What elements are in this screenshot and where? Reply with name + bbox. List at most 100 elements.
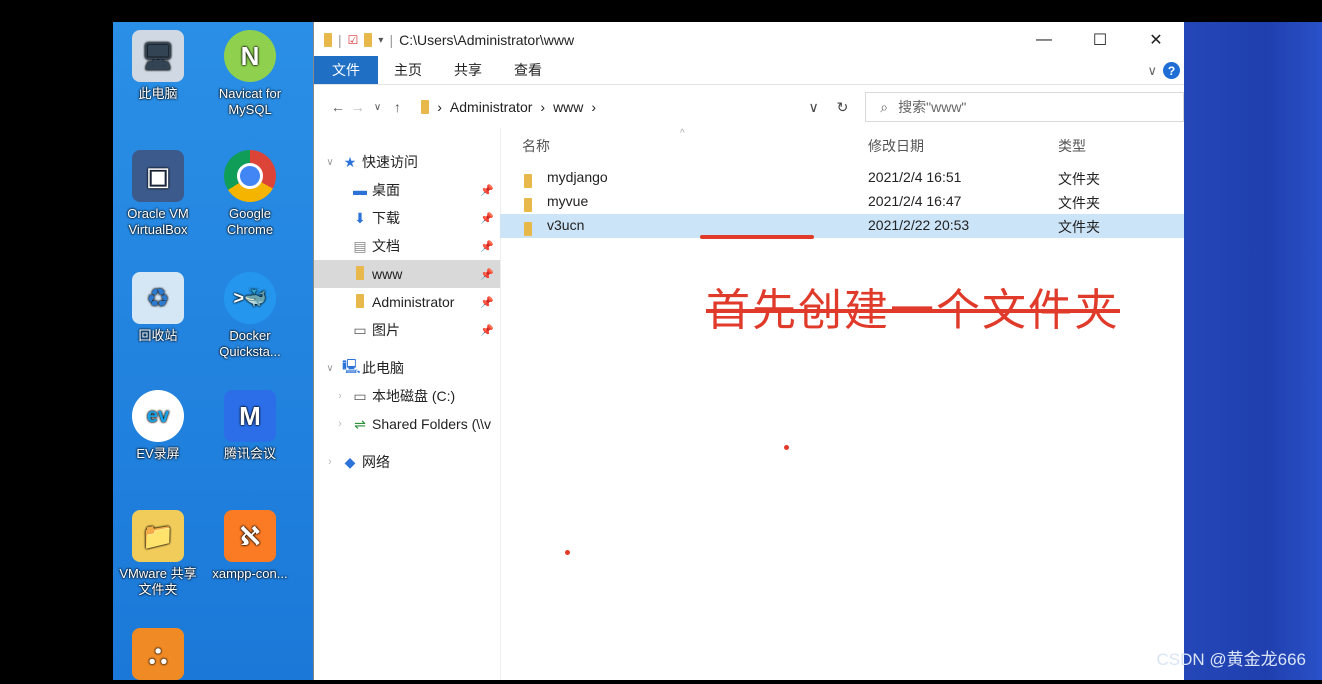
nav-item-pictures[interactable]: ▭ 图片 📌 (314, 316, 500, 344)
properties-icon[interactable]: ☑ (348, 33, 359, 47)
address-dropdown-icon[interactable]: ∨ (809, 99, 819, 116)
nav-quick-access[interactable]: ∨ ★ 快速访问 (314, 148, 500, 176)
tab-home[interactable]: 主页 (378, 56, 438, 84)
sort-ascending-icon: ^ (680, 128, 685, 139)
nav-item-downloads[interactable]: ⬇ 下载 📌 (314, 204, 500, 232)
search-input[interactable]: ⌕ 搜索"www" (865, 92, 1184, 122)
chevron-down-icon[interactable]: ∨ (322, 157, 338, 168)
tab-share[interactable]: 共享 (438, 56, 498, 84)
pin-icon: 📌 (480, 212, 494, 225)
explorer-body: ∨ ★ 快速访问 ▬ 桌面 📌 ⬇ 下载 📌 ▤ 文档 📌 www 📌 Admi… (314, 128, 1184, 680)
file-row[interactable]: mydjango 2021/2/4 16:51 文件夹 (500, 166, 1184, 190)
nav-network[interactable]: › ◆ 网络 (314, 448, 500, 476)
desktop-icon: ▬ (353, 182, 367, 198)
chevron-right-icon[interactable]: › (332, 418, 348, 430)
pin-icon: 📌 (480, 324, 494, 337)
column-modified[interactable]: 修改日期 (868, 136, 924, 156)
annotation-text: 首先创建一个文件夹 (706, 285, 1120, 336)
breadcrumb-administrator[interactable]: Administrator (450, 99, 532, 115)
desktop-icon-ev-recorder[interactable]: ev EV录屏 (113, 390, 203, 462)
desktop-icon-docker[interactable]: >🐳 Docker Quicksta... (205, 272, 295, 360)
ribbon-tabs: 文件 主页 共享 查看 ∨ ? (314, 56, 1184, 85)
address-bar[interactable]: › Administrator › www › (415, 93, 799, 121)
file-row[interactable]: myvue 2021/2/4 16:47 文件夹 (500, 190, 1184, 214)
quick-access-toolbar: | ☑ ▾ | C:\Users\Administrator\www (324, 32, 574, 48)
chrome-icon (224, 150, 276, 202)
breadcrumb-separator-icon: › (540, 99, 546, 115)
folder-icon (352, 265, 368, 283)
folder-icon (421, 100, 430, 114)
docker-icon: >🐳 (224, 272, 276, 324)
document-icon: ▤ (353, 237, 367, 254)
close-button[interactable]: ✕ (1128, 22, 1184, 58)
drive-icon: ▭ (353, 387, 367, 404)
network-drive-icon: ⇌ (354, 415, 366, 432)
watermark: CSDN @黄金龙666 (1156, 650, 1306, 669)
breadcrumb-www[interactable]: www (553, 99, 583, 115)
nav-item-documents[interactable]: ▤ 文档 📌 (314, 232, 500, 260)
breadcrumb-separator-icon: › (591, 99, 597, 115)
new-folder-icon[interactable] (364, 33, 373, 47)
nav-item-local-disk[interactable]: › ▭ 本地磁盘 (C:) (314, 382, 500, 410)
expand-ribbon-icon[interactable]: ∨ (1147, 63, 1157, 79)
nav-item-desktop[interactable]: ▬ 桌面 📌 (314, 176, 500, 204)
chevron-right-icon[interactable]: › (332, 390, 348, 402)
recycle-bin-icon: ♻ (132, 272, 184, 324)
desktop-icon-chrome[interactable]: Google Chrome (205, 150, 295, 238)
forward-icon[interactable]: → (348, 99, 368, 115)
refresh-icon[interactable]: ↻ (837, 99, 849, 116)
desktop-icon-app[interactable]: ⛬ (113, 628, 203, 684)
title-bar: | ☑ ▾ | C:\Users\Administrator\www — ☐ ✕ (314, 22, 1184, 58)
virtualbox-icon: ▣ (132, 150, 184, 202)
download-icon: ⬇ (354, 209, 366, 226)
window-title: C:\Users\Administrator\www (399, 32, 575, 48)
recent-locations-icon[interactable]: ∨ (368, 102, 388, 113)
annotation-dot (784, 445, 789, 450)
breadcrumb-separator-icon: › (437, 99, 442, 115)
tencent-meeting-icon: M (224, 390, 276, 442)
folder-icon (352, 293, 368, 311)
column-type[interactable]: 类型 (1058, 136, 1086, 156)
file-list: 名称 ^ 修改日期 类型 mydjango 2021/2/4 16:51 文件夹… (500, 128, 1184, 680)
pin-icon: 📌 (480, 184, 494, 197)
column-name[interactable]: 名称 (522, 136, 550, 156)
xampp-icon: ℵ (224, 510, 276, 562)
chevron-right-icon[interactable]: › (322, 456, 338, 468)
desktop-icon-shared-folder[interactable]: 📁 VMware 共享 文件夹 (113, 510, 203, 598)
maximize-button[interactable]: ☐ (1072, 22, 1128, 58)
computer-icon: 🖥 (132, 30, 184, 82)
address-row: ← → ∨ ↑ › Administrator › www › ∨ ↻ ⌕ 搜索… (314, 85, 1184, 129)
folder-icon (324, 33, 332, 47)
pin-icon: 📌 (480, 268, 494, 281)
search-icon: ⌕ (880, 98, 889, 115)
desktop-icon-tencent-meeting[interactable]: M 腾讯会议 (205, 390, 295, 462)
desktop-icon-recycle-bin[interactable]: ♻ 回收站 (113, 272, 203, 344)
chevron-down-icon[interactable]: ∨ (322, 363, 338, 374)
desktop-icon-navicat[interactable]: N Navicat for MySQL (205, 30, 295, 118)
nav-item-www[interactable]: www 📌 (314, 260, 500, 288)
annotation-underline (700, 235, 814, 239)
nav-this-pc[interactable]: ∨ 🖳 此电脑 (314, 354, 500, 382)
diagram-app-icon: ⛬ (132, 628, 184, 680)
file-row-selected[interactable]: v3ucn 2021/2/22 20:53 文件夹 (500, 214, 1184, 238)
minimize-button[interactable]: — (1016, 22, 1072, 58)
back-icon[interactable]: ← (328, 99, 348, 115)
customize-dropdown-icon[interactable]: ▾ (378, 35, 383, 46)
desktop-icon-xampp[interactable]: ℵ xampp-con... (205, 510, 295, 582)
file-explorer-window: | ☑ ▾ | C:\Users\Administrator\www — ☐ ✕… (313, 22, 1184, 680)
computer-icon: 🖳 (342, 358, 361, 374)
tab-file[interactable]: 文件 (314, 56, 378, 84)
help-icon[interactable]: ? (1163, 62, 1180, 79)
search-placeholder: 搜索"www" (898, 99, 967, 115)
tab-view[interactable]: 查看 (498, 56, 558, 84)
up-icon[interactable]: ↑ (387, 99, 407, 115)
nav-item-administrator[interactable]: Administrator 📌 (314, 288, 500, 316)
annotation-dot (565, 550, 570, 555)
pin-icon: 📌 (480, 240, 494, 253)
shared-folder-icon: 📁 (132, 510, 184, 562)
star-icon: ★ (343, 153, 357, 170)
nav-item-shared-folders[interactable]: › ⇌ Shared Folders (\\v (314, 410, 500, 438)
desktop-icon-this-pc[interactable]: 🖥 此电脑 (113, 30, 203, 102)
pictures-icon: ▭ (353, 321, 367, 338)
desktop-icon-virtualbox[interactable]: ▣ Oracle VM VirtualBox (113, 150, 203, 238)
